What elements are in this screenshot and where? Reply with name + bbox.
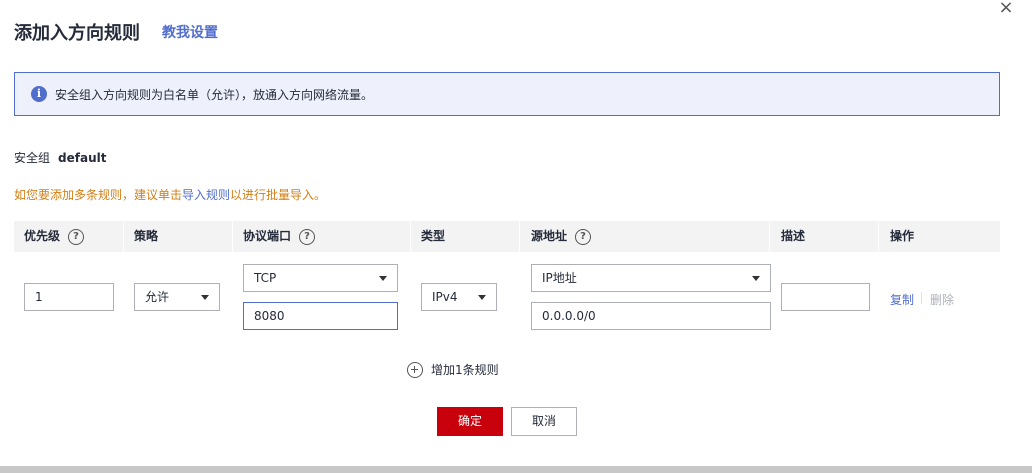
ip-type-select[interactable]: IPv4 [421,283,497,311]
import-rules-link[interactable]: 导入规则 [182,188,230,202]
help-icon[interactable]: ? [68,228,85,245]
policy-value: 允许 [145,290,170,304]
column-priority: 优先级 ? [24,221,85,252]
source-type-value: IP地址 [542,271,577,285]
add-rule-label: 增加1条规则 [431,363,499,377]
column-label: 操作 [890,229,915,243]
help-link[interactable]: 教我设置 [162,22,218,42]
action-divider [921,292,922,304]
policy-select[interactable]: 允许 [134,283,220,311]
column-source: 源地址 ? [531,221,592,252]
column-protocol-port: 协议端口 ? [243,221,316,252]
cancel-button[interactable]: 取消 [511,407,577,436]
chevron-down-icon [201,295,209,300]
port-input[interactable]: 8080 [243,302,398,330]
column-policy: 策略 [134,221,158,252]
copy-rule-link[interactable]: 复制 [890,291,914,308]
add-rule-button[interactable]: 增加1条规则 [407,361,499,378]
chevron-down-icon [478,295,486,300]
security-group-value: default [58,151,107,165]
column-description: 描述 [781,221,805,252]
protocol-select[interactable]: TCP [243,264,398,292]
column-label: 源地址 [531,229,568,243]
security-group-label: 安全组 [14,151,51,165]
import-tip-prefix: 如您要添加多条规则，建议单击 [14,188,183,202]
column-label: 优先级 [24,229,61,243]
column-label: 描述 [781,229,806,243]
source-address-input[interactable]: 0.0.0.0/0 [531,302,771,330]
column-type: 类型 [421,221,445,252]
close-icon[interactable]: × [996,0,1016,18]
ip-type-value: IPv4 [432,290,458,304]
table-header: 优先级 ? 策略 协议端口 ? 类型 源地址 ? 描述 操作 [14,221,1000,252]
import-tip: 如您要添加多条规则，建议单击导入规则以进行批量导入。 [14,186,326,203]
column-label: 策略 [134,229,159,243]
info-icon: i [31,86,47,102]
column-label: 类型 [421,229,446,243]
dialog-title: 添加入方向规则 [14,23,140,44]
help-icon[interactable]: ? [299,228,316,245]
delete-rule-link: 删除 [930,293,955,307]
bottom-scroll-bar [0,466,1032,473]
security-group-line: 安全组 default [14,149,106,166]
priority-input[interactable]: 1 [24,283,114,311]
plus-circle-icon [407,361,423,378]
help-icon[interactable]: ? [575,228,592,245]
protocol-value: TCP [254,271,277,285]
ok-button[interactable]: 确定 [437,407,503,436]
chevron-down-icon [752,276,760,281]
chevron-down-icon [379,276,387,281]
source-type-select[interactable]: IP地址 [531,264,771,292]
column-actions: 操作 [890,221,914,252]
description-input[interactable] [781,283,870,311]
import-tip-suffix: 以进行批量导入。 [230,188,327,202]
column-label: 协议端口 [243,229,292,243]
info-text: 安全组入方向规则为白名单（允许），放通入方向网络流量。 [55,87,374,102]
info-banner: i 安全组入方向规则为白名单（允许），放通入方向网络流量。 [14,72,1000,116]
